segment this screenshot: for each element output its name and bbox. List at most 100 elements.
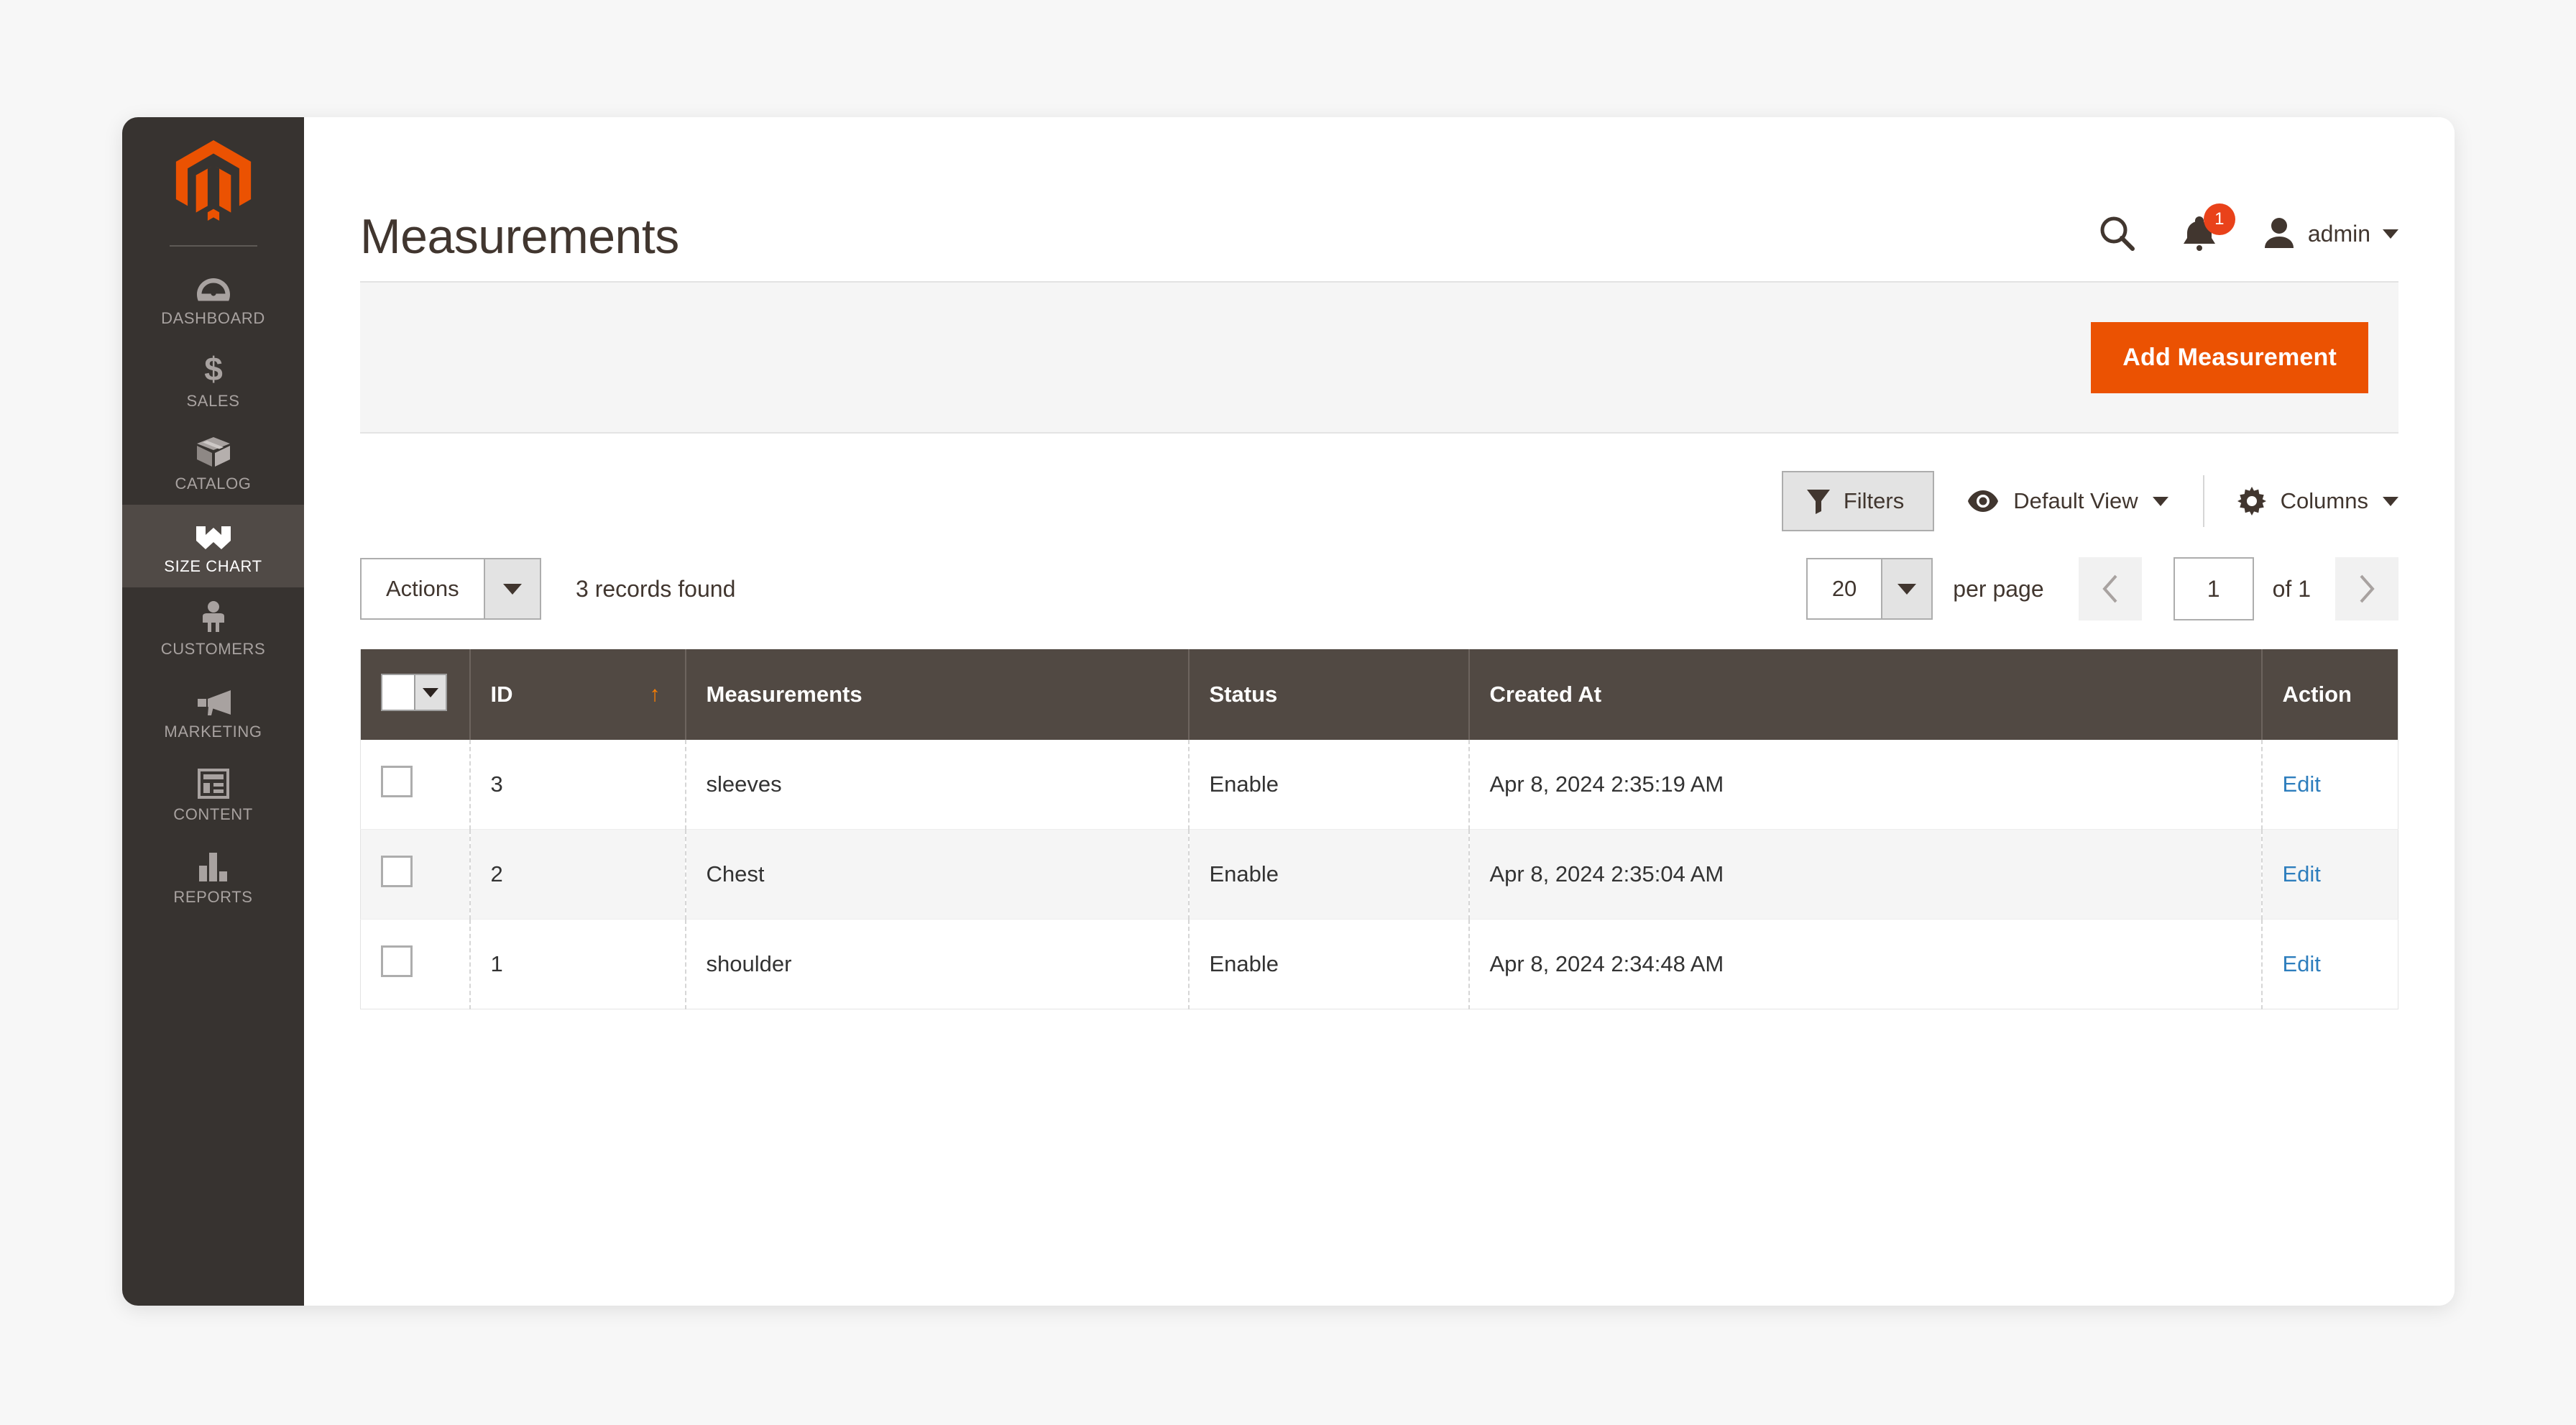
grid-controls: Actions 3 records found 20 per page 1 of…	[360, 531, 2398, 620]
svg-text:$: $	[204, 352, 223, 385]
size-chart-icon	[195, 518, 232, 551]
chevron-right-icon	[2360, 574, 2375, 603]
magento-logo-icon	[175, 140, 251, 221]
add-measurement-button[interactable]: Add Measurement	[2091, 321, 2368, 393]
select-all-checkbox[interactable]	[382, 675, 414, 710]
chevron-down-icon	[2152, 496, 2168, 506]
sidebar-item-label: Content	[173, 805, 253, 823]
columns-dropdown[interactable]: Columns	[2237, 487, 2398, 516]
cell-id: 1	[469, 919, 686, 1009]
admin-window: Dashboard $ Sales	[122, 117, 2455, 1306]
sidebar-item-customers[interactable]: Customers	[122, 587, 304, 670]
chevron-left-icon	[2102, 574, 2117, 603]
filters-button[interactable]: Filters	[1781, 471, 1935, 531]
grid-pagination: 20 per page of 1	[1806, 557, 2398, 620]
previous-page-button[interactable]	[2078, 557, 2142, 620]
dashboard-gauge-icon	[196, 270, 230, 303]
row-select-cell[interactable]	[360, 740, 471, 830]
sidebar-item-label: Dashboard	[161, 309, 265, 327]
page-actions-bar: Add Measurement	[360, 281, 2398, 434]
cell-status: Enable	[1188, 740, 1470, 830]
column-header-action: Action	[2261, 649, 2398, 740]
cell-action: Edit	[2261, 829, 2398, 920]
cell-created-at: Apr 8, 2024 2:34:48 AM	[1468, 919, 2263, 1009]
grid-toolbar: Filters Default View Columns	[360, 434, 2398, 531]
cell-created-at: Apr 8, 2024 2:35:19 AM	[1468, 740, 2263, 830]
sidebar-item-marketing[interactable]: Marketing	[122, 670, 304, 753]
sidebar-item-sales[interactable]: $ Sales	[122, 339, 304, 422]
row-checkbox[interactable]	[381, 945, 413, 977]
cell-status: Enable	[1188, 829, 1470, 920]
sidebar-item-label: Size Chart	[164, 557, 262, 575]
actions-dropdown[interactable]: Actions	[360, 558, 541, 620]
sidebar-item-label: Reports	[173, 888, 253, 906]
row-select-cell[interactable]	[360, 829, 471, 920]
sidebar-item-catalog[interactable]: Catalog	[122, 422, 304, 505]
sidebar-item-label: Catalog	[175, 475, 252, 492]
per-page-dropdown[interactable]: 20	[1806, 558, 1933, 620]
eye-icon	[1968, 490, 1999, 512]
column-header-status[interactable]: Status	[1188, 649, 1470, 740]
notifications-button[interactable]: 1	[2182, 203, 2235, 252]
sidebar-item-label: Customers	[160, 640, 266, 658]
default-view-label: Default View	[2013, 488, 2138, 513]
box-icon	[196, 435, 231, 468]
chevron-down-icon	[1881, 559, 1932, 618]
sidebar-item-size-chart[interactable]: Size Chart	[122, 505, 304, 587]
sidebar-item-reports[interactable]: Reports	[122, 835, 304, 918]
data-grid-wrapper: ID ↑ Measurements Status Created At Acti…	[360, 649, 2398, 1009]
row-checkbox[interactable]	[381, 766, 413, 797]
row-select-cell[interactable]	[360, 919, 471, 1009]
chevron-down-icon	[2383, 229, 2398, 239]
table-row[interactable]: 2 Chest Enable Apr 8, 2024 2:35:04 AM Ed…	[360, 829, 2398, 920]
sidebar-nav-list: Dashboard $ Sales	[122, 257, 304, 918]
edit-link[interactable]: Edit	[2283, 861, 2321, 886]
search-icon	[2100, 216, 2135, 251]
sidebar: Dashboard $ Sales	[122, 117, 304, 1306]
grid-controls-left: Actions 3 records found	[360, 558, 735, 620]
column-header-id-label: ID	[490, 682, 513, 707]
table-row[interactable]: 1 shoulder Enable Apr 8, 2024 2:34:48 AM…	[360, 919, 2398, 1009]
records-found-text: 3 records found	[576, 575, 736, 602]
column-header-created-at[interactable]: Created At	[1468, 649, 2263, 740]
column-header-select-all[interactable]	[360, 649, 471, 740]
edit-link[interactable]: Edit	[2283, 951, 2321, 976]
sidebar-item-dashboard[interactable]: Dashboard	[122, 257, 304, 339]
page-title: Measurements	[360, 209, 679, 264]
admin-user-menu[interactable]: admin	[2263, 216, 2398, 251]
column-header-measurements[interactable]: Measurements	[685, 649, 1190, 740]
page-header: Measurements 1 admin	[304, 117, 2455, 281]
sidebar-item-content[interactable]: Content	[122, 753, 304, 835]
next-page-button[interactable]	[2335, 557, 2398, 620]
edit-link[interactable]: Edit	[2283, 771, 2321, 797]
per-page-label: per page	[1953, 575, 2044, 602]
table-head: ID ↑ Measurements Status Created At Acti…	[360, 649, 2398, 740]
chevron-down-icon	[484, 559, 540, 618]
measurements-table: ID ↑ Measurements Status Created At Acti…	[360, 649, 2398, 1009]
user-avatar-icon	[2264, 218, 2294, 248]
cell-id: 2	[469, 829, 686, 920]
bar-chart-icon	[197, 848, 230, 881]
admin-user-name: admin	[2307, 220, 2370, 247]
cell-created-at: Apr 8, 2024 2:35:04 AM	[1468, 829, 2263, 920]
page-total-label: of 1	[2272, 575, 2311, 602]
row-checkbox[interactable]	[381, 856, 413, 887]
chevron-down-icon[interactable]	[414, 675, 446, 710]
chevron-down-icon	[2383, 496, 2398, 506]
sidebar-item-label: Marketing	[164, 723, 262, 741]
magento-logo[interactable]	[122, 140, 304, 245]
column-header-id[interactable]: ID ↑	[469, 649, 686, 740]
sidebar-divider	[169, 245, 257, 247]
page-number-input[interactable]	[2173, 557, 2254, 620]
sidebar-item-label: Sales	[186, 392, 240, 410]
default-view-dropdown[interactable]: Default View	[1967, 488, 2168, 514]
layout-page-icon	[197, 766, 229, 799]
cell-measurement-name: sleeves	[685, 740, 1190, 830]
header-tools: 1 admin	[2099, 203, 2398, 258]
search-button[interactable]	[2099, 215, 2136, 252]
gear-icon	[2237, 487, 2266, 516]
actions-dropdown-label: Actions	[386, 576, 459, 601]
dollar-sign-icon: $	[203, 352, 224, 385]
table-row[interactable]: 3 sleeves Enable Apr 8, 2024 2:35:19 AM …	[360, 740, 2398, 830]
select-all-checkbox-dropdown[interactable]	[381, 674, 447, 711]
